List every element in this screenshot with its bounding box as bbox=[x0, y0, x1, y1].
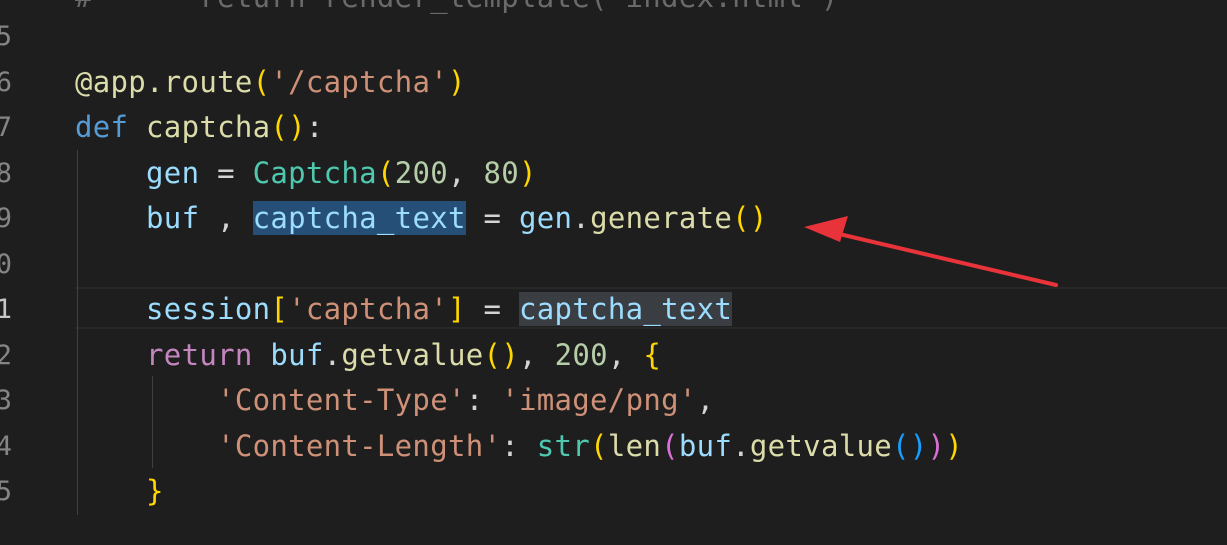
code-token: generate bbox=[590, 201, 733, 235]
code-token: ] bbox=[447, 292, 466, 326]
code-token: ) bbox=[945, 428, 964, 463]
code-token: Captcha bbox=[252, 155, 377, 190]
code-token: { bbox=[643, 337, 662, 372]
line-number: 4 bbox=[0, 430, 12, 462]
code-token: '/captcha' bbox=[270, 64, 448, 99]
line-number: 7 bbox=[0, 112, 12, 143]
line-number: 8 bbox=[0, 157, 12, 189]
code-token: , bbox=[607, 337, 644, 372]
code-token: ( bbox=[376, 155, 395, 190]
code-token: str bbox=[536, 428, 591, 463]
code-token: . bbox=[732, 428, 750, 463]
code-token: 200 bbox=[394, 155, 448, 190]
code-token: ( bbox=[252, 64, 271, 99]
code-line[interactable]: def captcha(): bbox=[75, 105, 324, 150]
code-token: buf bbox=[146, 201, 200, 235]
code-token: getvalue bbox=[341, 337, 484, 372]
code-token: () bbox=[483, 337, 520, 372]
code-token: 'captcha' bbox=[288, 292, 448, 326]
code-token: : bbox=[465, 383, 502, 417]
line-number: 3 bbox=[0, 385, 12, 416]
code-token: , bbox=[519, 337, 555, 372]
code-editor[interactable]: # return render_template('index.html') 5… bbox=[0, 0, 1227, 545]
code-token: 'Content-Length' bbox=[217, 428, 502, 463]
code-token: , bbox=[199, 201, 253, 235]
code-line[interactable]: buf , captcha_text = gen.generate() bbox=[75, 196, 768, 241]
code-line[interactable]: 'Content-Length': str(len(buf.getvalue()… bbox=[75, 424, 963, 469]
code-token: gen bbox=[146, 155, 200, 190]
code-token: ( bbox=[661, 428, 679, 463]
line-number-gutter: 5 6 7 8 9 0 1 2 3 4 5 bbox=[0, 0, 20, 545]
line-number: 5 bbox=[0, 476, 12, 507]
code-token: . bbox=[572, 201, 591, 235]
code-line[interactable]: 'Content-Type': 'image/png', bbox=[75, 378, 714, 423]
code-token: ) bbox=[927, 428, 946, 463]
code-token: = bbox=[465, 201, 520, 235]
code-token: captcha_text bbox=[519, 292, 733, 326]
line-number: 6 bbox=[0, 66, 12, 98]
code-token: ( bbox=[891, 428, 910, 463]
code-token: () bbox=[732, 201, 768, 235]
code-line[interactable]: session['captcha'] = captcha_text bbox=[75, 287, 733, 332]
code-token: captcha_text bbox=[252, 201, 466, 235]
code-line[interactable]: } bbox=[75, 469, 164, 514]
code-token: session bbox=[146, 292, 271, 326]
code-token: 'image/png' bbox=[501, 383, 697, 417]
line-number: 9 bbox=[0, 203, 12, 234]
code-token: buf bbox=[270, 337, 324, 372]
code-token: len bbox=[607, 428, 662, 463]
code-token: getvalue bbox=[749, 428, 892, 463]
code-token: = bbox=[465, 292, 520, 326]
partial-code-line[interactable]: # return render_template('index.html') bbox=[75, 0, 839, 20]
code-token: gen bbox=[519, 201, 573, 235]
code-token: [ bbox=[270, 292, 289, 326]
code-token: ( bbox=[590, 428, 608, 463]
code-token: . bbox=[323, 337, 342, 372]
code-token: = bbox=[199, 155, 253, 190]
code-token: : bbox=[305, 110, 324, 144]
line-number: 0 bbox=[0, 248, 12, 280]
code-token: ) bbox=[447, 64, 466, 99]
code-token: 'Content-Type' bbox=[217, 383, 466, 417]
code-token: def bbox=[75, 110, 129, 144]
code-line[interactable]: gen = Captcha(200, 80) bbox=[75, 151, 537, 196]
arrow-head bbox=[804, 216, 848, 242]
code-token: @app.route bbox=[75, 64, 253, 99]
line-number: 5 bbox=[0, 21, 12, 52]
code-token: 80 bbox=[483, 155, 520, 190]
code-token: } bbox=[146, 474, 164, 508]
code-token: buf bbox=[678, 428, 733, 463]
code-token: captcha bbox=[146, 110, 271, 144]
line-number: 1 bbox=[0, 294, 12, 325]
code-token: , bbox=[447, 155, 484, 190]
code-token: 200 bbox=[554, 337, 608, 372]
code-token: , bbox=[696, 383, 715, 417]
arrow-shaft bbox=[816, 227, 1058, 287]
code-line[interactable]: @app.route('/captcha') bbox=[75, 60, 466, 105]
code-line[interactable]: return buf.getvalue(), 200, { bbox=[75, 333, 661, 378]
line-number: 2 bbox=[0, 339, 12, 371]
code-token: ) bbox=[909, 428, 928, 463]
code-token: () bbox=[270, 110, 306, 144]
code-token: ) bbox=[519, 155, 537, 190]
code-token: : bbox=[501, 428, 537, 463]
code-token: return bbox=[146, 337, 253, 372]
